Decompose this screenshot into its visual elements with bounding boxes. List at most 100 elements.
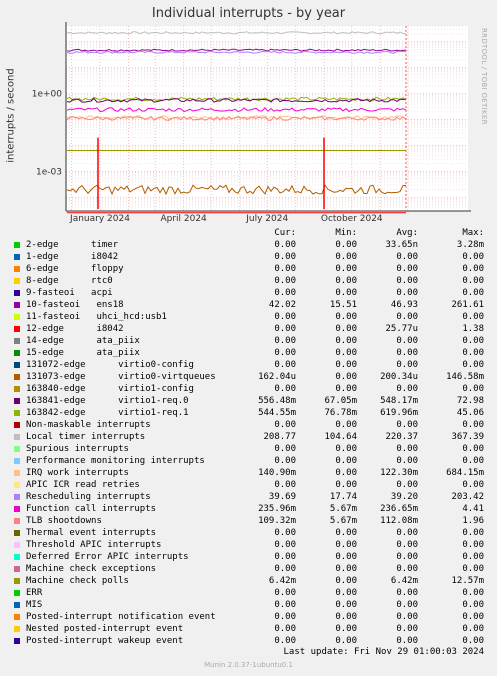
legend-min-value: 0.00	[335, 288, 357, 298]
legend-row: Posted-interrupt notification event 0.00 0…	[0, 611, 497, 623]
legend-min-value: 0.00	[335, 600, 357, 610]
legend-max-value: 0.00	[462, 420, 484, 430]
legend-avg-value: 0.00	[396, 636, 418, 646]
legend-label: 163842-edge virtio1-req.1	[26, 408, 189, 418]
legend-min-value: 0.00	[335, 264, 357, 274]
legend-min-value: 0.00	[335, 552, 357, 562]
legend-cur-value: 0.00	[274, 624, 296, 634]
legend-swatch	[14, 542, 20, 548]
legend-cur-value: 0.00	[274, 456, 296, 466]
legend-cur-value: 0.00	[274, 480, 296, 490]
legend-cur-value: 109.32m	[258, 516, 296, 526]
legend-min-value: 0.00	[335, 588, 357, 598]
legend-max-value: 12.57m	[451, 576, 484, 586]
legend-max-value: 0.00	[462, 348, 484, 358]
legend-avg-value: 39.20	[390, 492, 418, 502]
munin-version: Munin 2.0.37-1ubuntu0.1	[204, 661, 293, 669]
legend-avg-value: 0.00	[396, 288, 418, 298]
legend-min-value: 67.05m	[324, 396, 357, 406]
legend-label: 1-edge i8042	[26, 252, 119, 262]
legend-swatch	[14, 422, 20, 428]
legend-cur-value: 0.00	[274, 348, 296, 358]
x-tick-label: April 2024	[160, 214, 207, 224]
legend-min-value: 104.64	[324, 432, 357, 442]
legend-label: IRQ work interrupts	[26, 468, 129, 478]
legend-max-value: 0.00	[462, 288, 484, 298]
legend-row: Threshold APIC interrupts 0.00 0.00 0.00 0.0…	[0, 539, 497, 551]
legend-max-value: 146.58m	[446, 372, 484, 382]
legend-swatch	[14, 506, 20, 512]
legend-max-value: 45.06	[456, 408, 484, 418]
legend-row: 10-fasteoi ens18 42.02 15.51 46.93 261.61	[0, 299, 497, 311]
legend-label: 9-fasteoi acpi	[26, 288, 113, 298]
legend-row: ERR 0.00 0.00 0.00 0.00	[0, 587, 497, 599]
legend-min-value: 0.00	[335, 564, 357, 574]
legend-max-value: 72.98	[456, 396, 484, 406]
last-update: Last update: Fri Nov 29 01:00:03 2024	[283, 647, 484, 657]
legend-row: Spurious interrupts 0.00 0.00 0.00 0.00	[0, 443, 497, 455]
legend-avg-value: 619.96m	[380, 408, 418, 418]
legend-swatch	[14, 242, 20, 248]
legend-row: MIS 0.00 0.00 0.00 0.00	[0, 599, 497, 611]
legend-min-value: 0.00	[335, 468, 357, 478]
legend-label: 10-fasteoi ens18	[26, 300, 124, 310]
legend-avg-value: 33.65n	[385, 240, 418, 250]
legend-swatch	[14, 626, 20, 632]
legend-avg-value: 0.00	[396, 528, 418, 538]
legend-max-value: 0.00	[462, 624, 484, 634]
legend-row: 8-edge rtc0 0.00 0.00 0.00 0.00	[0, 275, 497, 287]
legend-cur-value: 0.00	[274, 612, 296, 622]
legend-cur-value: 208.77	[263, 432, 296, 442]
legend-row: Deferred Error APIC interrupts 0.00 0.00 0.…	[0, 551, 497, 563]
legend-avg-value: 122.30m	[380, 468, 418, 478]
legend-avg-value: 0.00	[396, 480, 418, 490]
legend-header: Cur: Min: Avg: Max:	[0, 227, 497, 239]
legend-min-value: 0.00	[335, 348, 357, 358]
legend-max-value: 1.38	[462, 324, 484, 334]
legend-max-value: 0.00	[462, 384, 484, 394]
legend-swatch	[14, 434, 20, 440]
legend-row: Function call interrupts 235.96m 5.67m 236.…	[0, 503, 497, 515]
legend-avg-value: 0.00	[396, 588, 418, 598]
legend-avg-value: 0.00	[396, 336, 418, 346]
col-cur-header: Cur:	[274, 228, 296, 238]
legend-swatch	[14, 530, 20, 536]
legend-max-value: 4.41	[462, 504, 484, 514]
legend-avg-value: 0.00	[396, 252, 418, 262]
legend-max-value: 0.00	[462, 444, 484, 454]
legend-row: Posted-interrupt wakeup event 0.00 0.00 0.0…	[0, 635, 497, 647]
legend-avg-value: 0.00	[396, 612, 418, 622]
legend-min-value: 0.00	[335, 252, 357, 262]
legend-min-value: 0.00	[335, 312, 357, 322]
legend-max-value: 3.28m	[456, 240, 484, 250]
legend-avg-value: 0.00	[396, 564, 418, 574]
legend-swatch	[14, 302, 20, 308]
legend-cur-value: 0.00	[274, 312, 296, 322]
legend-swatch	[14, 338, 20, 344]
legend-avg-value: 0.00	[396, 384, 418, 394]
legend-swatch	[14, 578, 20, 584]
legend-swatch	[14, 374, 20, 380]
legend-min-value: 0.00	[335, 372, 357, 382]
legend-row: Nested posted-interrupt event 0.00 0.00 0.0…	[0, 623, 497, 635]
legend-cur-value: 0.00	[274, 240, 296, 250]
legend-max-value: 0.00	[462, 612, 484, 622]
legend-cur-value: 0.00	[274, 324, 296, 334]
legend-min-value: 0.00	[335, 624, 357, 634]
legend-label: Deferred Error APIC interrupts	[26, 552, 189, 562]
legend-swatch	[14, 266, 20, 272]
legend-swatch	[14, 314, 20, 320]
legend-label: Machine check exceptions	[26, 564, 157, 574]
legend-min-value: 0.00	[335, 384, 357, 394]
legend-avg-value: 0.00	[396, 312, 418, 322]
col-max-header: Max:	[462, 228, 484, 238]
legend-cur-value: 0.00	[274, 636, 296, 646]
legend-swatch	[14, 446, 20, 452]
legend-label: 15-edge ata_piix	[26, 348, 140, 358]
legend-label: Thermal event interrupts	[26, 528, 157, 538]
legend-label: 131072-edge virtio0-config	[26, 360, 194, 370]
legend-min-value: 0.00	[335, 636, 357, 646]
legend-min-value: 0.00	[335, 612, 357, 622]
legend-max-value: 684.15m	[446, 468, 484, 478]
legend-swatch	[14, 458, 20, 464]
